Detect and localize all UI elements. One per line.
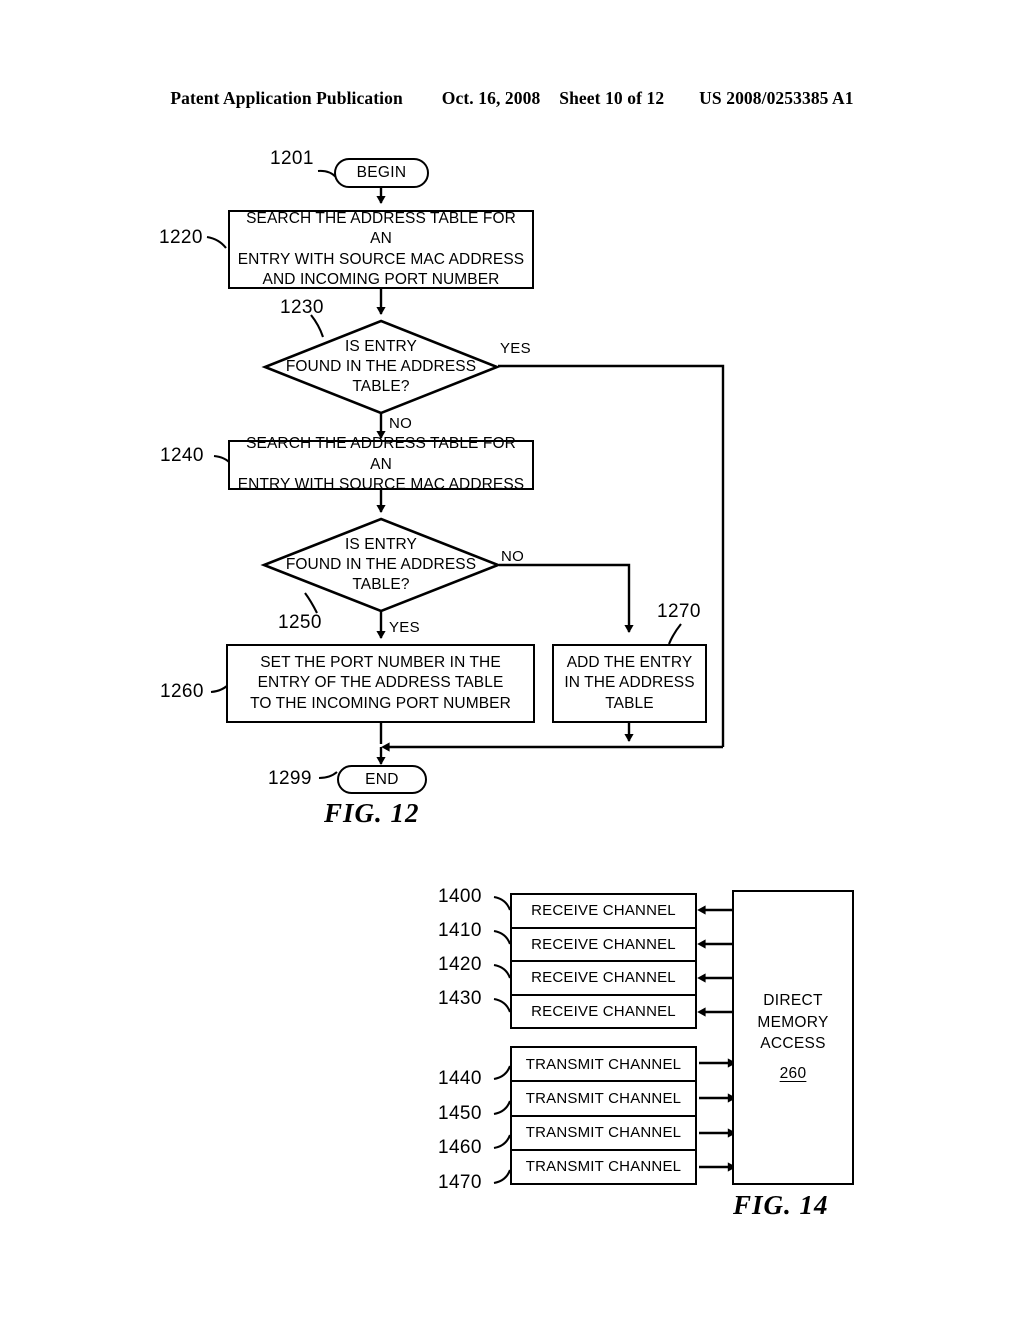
fig12-ref-1270: 1270: [657, 601, 701, 623]
fig12-step-1240-line1: SEARCH THE ADDRESS TABLE FOR AN: [246, 435, 516, 472]
fig12-begin-label: BEGIN: [357, 164, 407, 182]
fig12-step-1270-line1: ADD THE ENTRY: [567, 654, 693, 671]
fig12-ref-1260: 1260: [160, 681, 204, 703]
fig12-end-label: END: [365, 771, 399, 789]
fig12-ref-1230: 1230: [280, 297, 324, 319]
fig12-begin-node: BEGIN: [334, 158, 429, 188]
fig12-edge-1250-no: NO: [501, 548, 524, 565]
fig14-ref-1470: 1470: [438, 1172, 482, 1194]
fig12-step-1240: SEARCH THE ADDRESS TABLE FOR AN ENTRY WI…: [228, 440, 534, 490]
fig12-step-1220-line1: SEARCH THE ADDRESS TABLE FOR AN: [246, 210, 516, 247]
fig12-step-1220: SEARCH THE ADDRESS TABLE FOR AN ENTRY WI…: [228, 210, 534, 289]
fig14-transmit-channel-row: TRANSMIT CHANNEL: [512, 1082, 695, 1116]
fig12-step-1220-line3: AND INCOMING PORT NUMBER: [263, 271, 500, 288]
fig12-step-1270: ADD THE ENTRY IN THE ADDRESS TABLE: [552, 644, 707, 723]
fig14-receive-channel-label: RECEIVE CHANNEL: [531, 902, 676, 919]
fig14-ref-1420: 1420: [438, 954, 482, 976]
fig12-ref-1299: 1299: [268, 768, 312, 790]
fig12-decision-1250: IS ENTRY FOUND IN THE ADDRESS TABLE?: [263, 518, 499, 612]
fig14-ref-1460: 1460: [438, 1137, 482, 1159]
header-sheet: Sheet 10 of 12: [559, 88, 664, 109]
page-header: Patent Application Publication Oct. 16, …: [0, 88, 1024, 109]
fig12-edge-1230-yes: YES: [500, 340, 531, 357]
fig12-end-node: END: [337, 765, 427, 794]
fig14-receive-channel-row: RECEIVE CHANNEL: [512, 929, 695, 963]
fig14-transmit-channel-label: TRANSMIT CHANNEL: [526, 1090, 681, 1107]
fig14-transmit-channel-label: TRANSMIT CHANNEL: [526, 1124, 681, 1141]
fig14-transmit-channel-row: TRANSMIT CHANNEL: [512, 1151, 695, 1183]
fig12-step-1240-line2: ENTRY WITH SOURCE MAC ADDRESS: [238, 476, 525, 493]
fig14-dma-line3: ACCESS: [760, 1035, 826, 1052]
fig14-receive-channel-stack: RECEIVE CHANNEL RECEIVE CHANNEL RECEIVE …: [510, 893, 697, 1029]
fig14-ref-1410: 1410: [438, 920, 482, 942]
fig14-dma-line1: DIRECT: [763, 992, 823, 1009]
fig12-step-1260: SET THE PORT NUMBER IN THE ENTRY OF THE …: [226, 644, 535, 723]
fig14-receive-channel-label: RECEIVE CHANNEL: [531, 936, 676, 953]
fig14-ref-1450: 1450: [438, 1103, 482, 1125]
fig12-caption: FIG. 12: [324, 798, 420, 829]
fig14-receive-channel-label: RECEIVE CHANNEL: [531, 969, 676, 986]
fig12-step-1270-line2: IN THE ADDRESS: [564, 674, 694, 691]
header-date: Oct. 16, 2008: [442, 88, 541, 109]
fig12-edge-1250-yes: YES: [389, 619, 420, 636]
fig14-ref-1430: 1430: [438, 988, 482, 1010]
fig14-dma-line2: MEMORY: [757, 1014, 828, 1031]
fig12-step-1260-line1: SET THE PORT NUMBER IN THE: [260, 654, 501, 671]
fig12-step-1260-line2: ENTRY OF THE ADDRESS TABLE: [258, 674, 504, 691]
fig12-ref-1201: 1201: [270, 148, 314, 170]
fig12-ref-1220: 1220: [159, 227, 203, 249]
fig14-receive-channel-row: RECEIVE CHANNEL: [512, 895, 695, 929]
header-publication: Patent Application Publication: [170, 88, 402, 109]
fig14-ref-1400: 1400: [438, 886, 482, 908]
fig14-receive-channel-label: RECEIVE CHANNEL: [531, 1003, 676, 1020]
fig12-step-1270-line3: TABLE: [605, 695, 653, 712]
fig14-transmit-channel-label: TRANSMIT CHANNEL: [526, 1056, 681, 1073]
fig14-dma-ref-260: 260: [780, 1063, 807, 1084]
fig12-ref-1250: 1250: [278, 612, 322, 634]
fig14-receive-channel-row: RECEIVE CHANNEL: [512, 962, 695, 996]
fig14-transmit-channel-row: TRANSMIT CHANNEL: [512, 1048, 695, 1082]
header-doc-number: US 2008/0253385 A1: [699, 88, 853, 109]
fig14-transmit-channel-label: TRANSMIT CHANNEL: [526, 1158, 681, 1175]
fig12-step-1220-line2: ENTRY WITH SOURCE MAC ADDRESS: [238, 251, 525, 268]
fig14-transmit-channel-row: TRANSMIT CHANNEL: [512, 1117, 695, 1151]
fig14-dma-block: DIRECT MEMORY ACCESS 260: [732, 890, 854, 1185]
fig14-ref-1440: 1440: [438, 1068, 482, 1090]
fig14-transmit-channel-stack: TRANSMIT CHANNEL TRANSMIT CHANNEL TRANSM…: [510, 1046, 697, 1185]
fig14-receive-channel-row: RECEIVE CHANNEL: [512, 996, 695, 1028]
fig12-decision-1230: IS ENTRY FOUND IN THE ADDRESS TABLE?: [264, 320, 498, 414]
fig12-edge-1230-no: NO: [389, 415, 412, 432]
fig12-ref-1240: 1240: [160, 445, 204, 467]
fig14-caption: FIG. 14: [733, 1190, 829, 1221]
fig12-step-1260-line3: TO THE INCOMING PORT NUMBER: [250, 695, 511, 712]
